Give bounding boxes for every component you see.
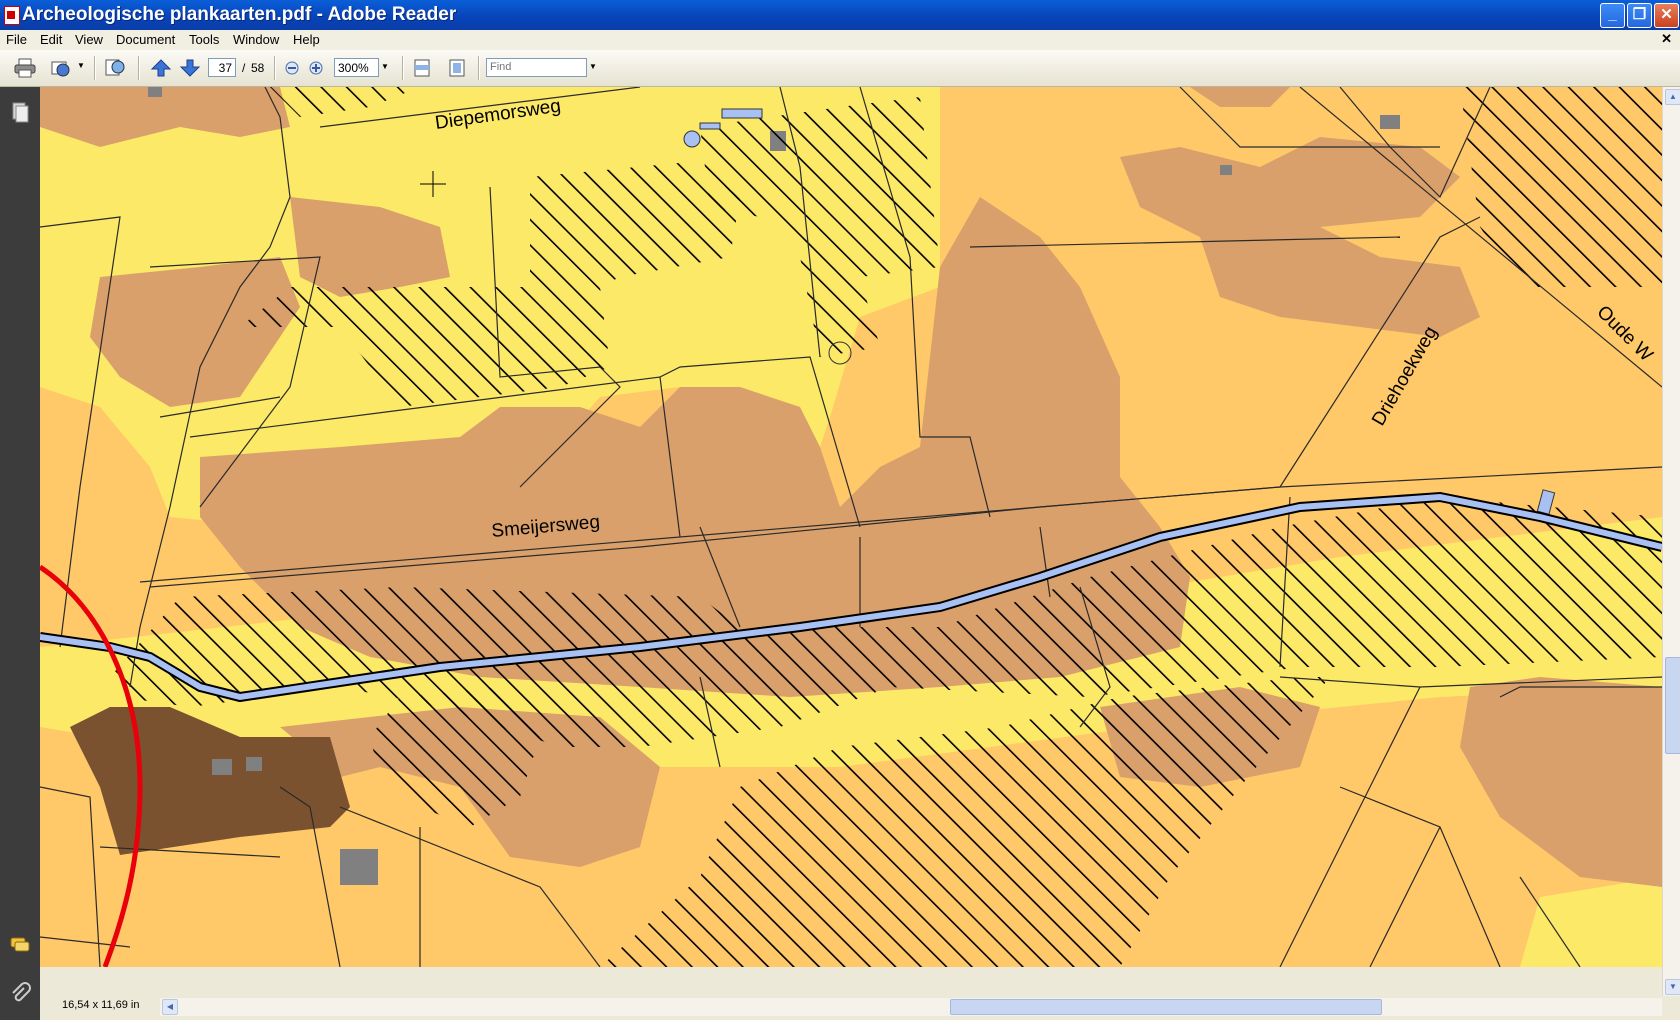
previous-page-icon[interactable] (150, 58, 172, 78)
email-dropdown-icon[interactable]: ▼ (77, 61, 85, 83)
navigation-pane (0, 87, 40, 1020)
menu-edit[interactable]: Edit (40, 32, 62, 47)
page-number-input[interactable]: 37 (208, 58, 236, 77)
vertical-scroll-thumb[interactable] (1665, 657, 1680, 754)
document-view[interactable]: Diepemorsweg Smeijersweg Driehoekweg Oud… (40, 87, 1662, 967)
water-feature (721, 108, 763, 119)
building (246, 757, 262, 771)
scroll-up-arrow-icon[interactable]: ▲ (1665, 89, 1680, 105)
building (1220, 165, 1232, 175)
document-close-icon[interactable]: ✕ (1661, 31, 1672, 47)
horizontal-scrollbar[interactable]: ◀ (160, 998, 1662, 1016)
attachments-icon[interactable] (9, 982, 31, 1004)
restore-icon: ❐ (1632, 6, 1647, 23)
building (1380, 115, 1400, 129)
menu-bar: File Edit View Document Tools Window Hel… (0, 30, 1680, 50)
zoom-in-icon[interactable] (306, 58, 328, 78)
menu-document[interactable]: Document (116, 32, 175, 47)
menu-view[interactable]: View (75, 32, 103, 47)
horizontal-scroll-thumb[interactable] (950, 999, 1382, 1015)
toolbar: ▼ 37 / 58 300% ▼ ▼ (0, 50, 1680, 87)
menu-tools[interactable]: Tools (189, 32, 219, 47)
adobe-reader-icon (4, 6, 20, 25)
find-input[interactable] (486, 58, 587, 77)
map-drawing: Diepemorsweg Smeijersweg Driehoekweg Oud… (40, 87, 1662, 967)
window-title: Archeologische plankaarten.pdf - Adobe R… (22, 4, 457, 25)
zoom-dropdown-icon[interactable]: ▼ (381, 62, 389, 84)
toolbar-separator (478, 56, 480, 80)
page-total: 58 (251, 61, 265, 75)
title-bar: Archeologische plankaarten.pdf - Adobe R… (0, 0, 1680, 30)
print-icon[interactable] (14, 58, 36, 78)
next-page-icon[interactable] (179, 58, 201, 78)
comments-icon[interactable] (9, 934, 31, 956)
zoom-out-icon[interactable] (282, 58, 304, 78)
vertical-scrollbar[interactable]: ▲ ▼ (1662, 87, 1680, 1000)
minimize-icon: _ (1608, 6, 1617, 23)
scroll-down-arrow-icon[interactable]: ▼ (1665, 979, 1680, 995)
toolbar-separator (274, 56, 276, 80)
find-dropdown-icon[interactable]: ▼ (589, 62, 597, 84)
pages-icon[interactable] (9, 101, 31, 123)
toolbar-separator (94, 56, 96, 80)
fit-page-icon[interactable] (446, 58, 468, 78)
scroll-left-arrow-icon[interactable]: ◀ (162, 999, 178, 1015)
water-feature (699, 122, 721, 130)
fit-width-icon[interactable] (411, 58, 433, 78)
close-button[interactable]: ✕ (1654, 3, 1679, 28)
menu-help[interactable]: Help (293, 32, 320, 47)
page-separator: / (242, 61, 246, 75)
restore-button[interactable]: ❐ (1627, 3, 1652, 28)
close-icon: ✕ (1660, 6, 1673, 23)
menu-window[interactable]: Window (233, 32, 279, 47)
building (212, 759, 232, 775)
search-document-icon[interactable] (104, 58, 126, 78)
water-feature (683, 130, 701, 148)
page-size-readout: 16,54 x 11,69 in (62, 999, 140, 1011)
zoom-level-input[interactable]: 300% (334, 58, 379, 77)
building (148, 87, 162, 97)
email-icon[interactable] (50, 58, 72, 78)
building (340, 849, 378, 885)
minimize-button[interactable]: _ (1600, 3, 1625, 28)
menu-file[interactable]: File (6, 32, 27, 47)
toolbar-separator (138, 56, 140, 80)
toolbar-separator (402, 56, 404, 80)
